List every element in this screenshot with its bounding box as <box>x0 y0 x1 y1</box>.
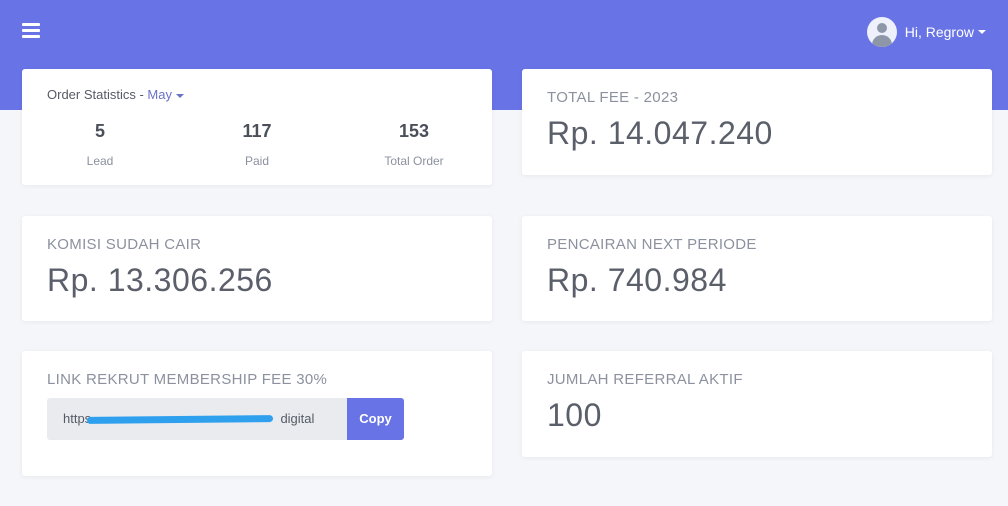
stat-label: Lead <box>86 154 114 168</box>
stat-value: 117 <box>242 121 272 141</box>
avatar <box>866 17 897 47</box>
komisi-value: Rp. 13.306.256 <box>47 262 273 298</box>
stat-value: 5 <box>94 121 105 141</box>
chevron-down-icon <box>175 93 184 98</box>
chevron-down-icon <box>978 30 986 34</box>
pencairan-next-periode-card: PENCAIRAN NEXT PERIODE Rp. 740.984 <box>522 216 992 321</box>
pencairan-value: Rp. 740.984 <box>547 262 727 298</box>
stat-label: Total Order <box>384 154 444 168</box>
total-fee-value: Rp. 14.047.240 <box>547 115 773 151</box>
link-suffix: digital <box>280 411 315 426</box>
stat-total-order: 153 Total Order <box>354 121 474 168</box>
stat-value: 153 <box>398 121 430 141</box>
referral-link-field[interactable]: https digital <box>47 398 347 440</box>
order-statistics-title: Order Statistics - May <box>47 87 184 102</box>
stat-label: Paid <box>244 154 270 168</box>
total-fee-card: TOTAL FEE - 2023 Rp. 14.047.240 <box>522 69 992 175</box>
user-menu[interactable]: Hi, Regrow <box>866 16 986 48</box>
komisi-sudah-cair-card: KOMISI SUDAH CAIR Rp. 13.306.256 <box>22 216 492 321</box>
referral-value: 100 <box>547 397 602 433</box>
link-rekrut-card: LINK REKRUT MEMBERSHIP FEE 30% https dig… <box>22 351 492 476</box>
total-fee-label: TOTAL FEE - 2023 <box>547 89 679 106</box>
jumlah-referral-aktif-card: JUMLAH REFERRAL AKTIF 100 <box>522 351 992 457</box>
month-dropdown[interactable]: May <box>147 87 184 102</box>
hamburger-menu-icon[interactable] <box>22 23 40 39</box>
stat-lead: 5 Lead <box>40 121 160 168</box>
stat-paid: 117 Paid <box>197 121 317 168</box>
copy-button[interactable]: Copy <box>347 398 404 440</box>
order-statistics-card: Order Statistics - May 5 Lead 117 Paid 1… <box>22 69 492 185</box>
link-rekrut-label: LINK REKRUT MEMBERSHIP FEE 30% <box>47 371 328 388</box>
referral-label: JUMLAH REFERRAL AKTIF <box>547 371 743 388</box>
pencairan-label: PENCAIRAN NEXT PERIODE <box>547 236 757 253</box>
redaction-mark <box>86 415 274 424</box>
komisi-label: KOMISI SUDAH CAIR <box>47 236 202 253</box>
user-greeting: Hi, Regrow <box>904 24 974 40</box>
